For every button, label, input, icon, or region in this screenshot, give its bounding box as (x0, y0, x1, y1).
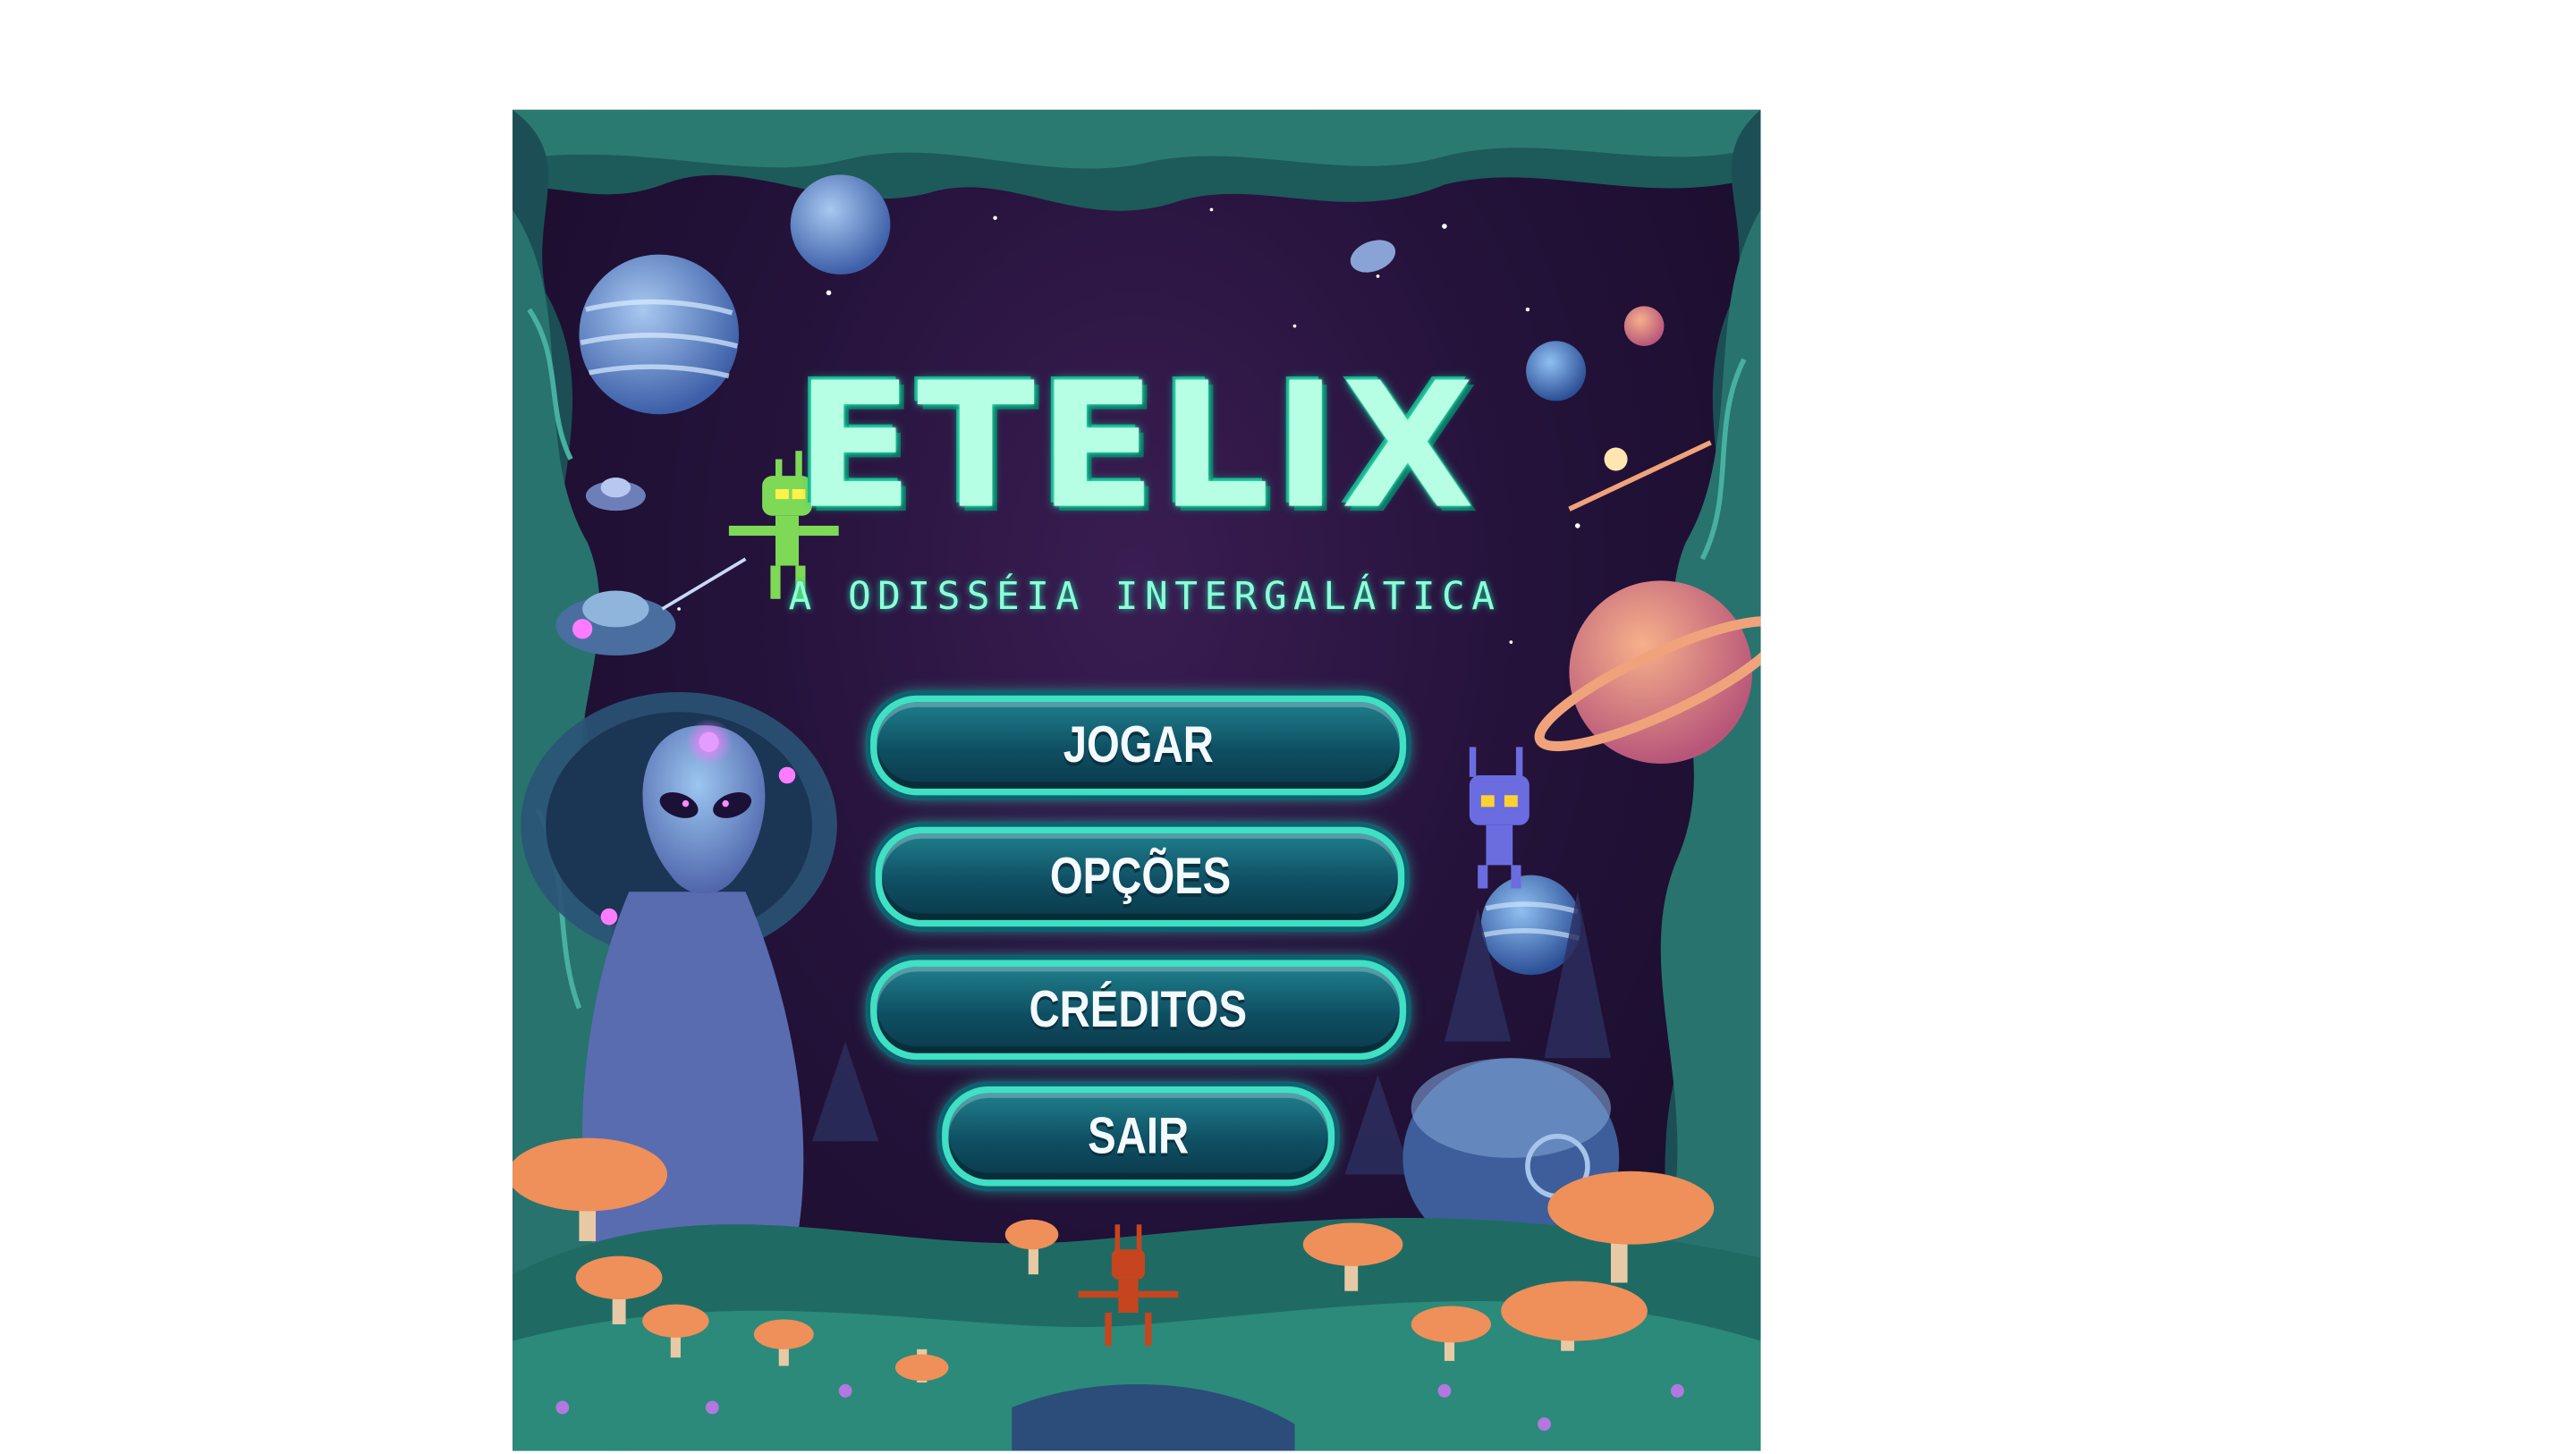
options-button-label: OPÇÕES (1049, 846, 1231, 906)
game-title: ETELIX (795, 344, 1479, 548)
play-button-label: JOGAR (1063, 715, 1214, 774)
page-canvas: ETELIX A ODISSÉIA INTERGALÁTICA JOGAR OP… (0, 0, 2576, 1454)
top-foliage (513, 109, 1761, 211)
game-menu-screen: ETELIX A ODISSÉIA INTERGALÁTICA JOGAR OP… (513, 109, 1761, 1451)
exit-button-label: SAIR (1088, 1106, 1190, 1165)
play-button[interactable]: JOGAR (870, 695, 1407, 796)
purple-alien (1469, 747, 1530, 889)
options-button[interactable]: OPÇÕES (875, 826, 1405, 927)
exit-button[interactable]: SAIR (942, 1086, 1335, 1187)
game-subtitle: A ODISSÉIA INTERGALÁTICA (788, 575, 1502, 620)
credits-button[interactable]: CRÉDITOS (870, 959, 1407, 1061)
credits-button-label: CRÉDITOS (1029, 979, 1248, 1038)
